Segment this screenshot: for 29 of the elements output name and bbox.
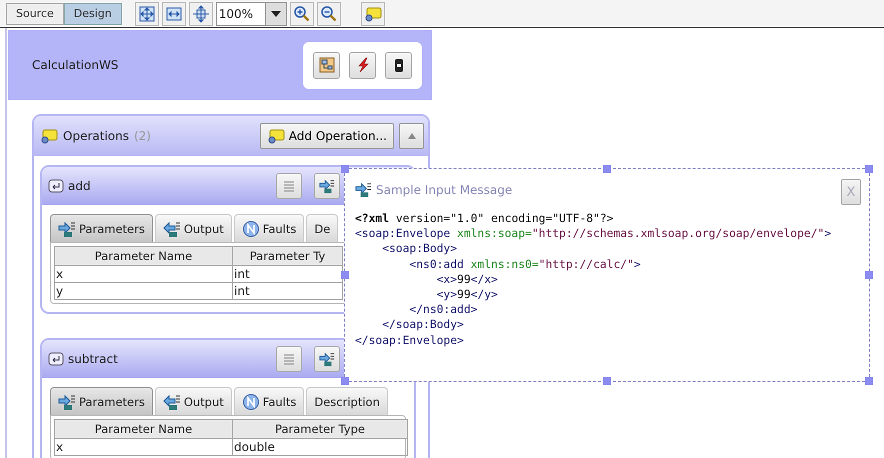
- tab[interactable]: Parameters: [50, 387, 153, 415]
- table-cell: y: [54, 282, 232, 300]
- service-name: CalculationWS: [32, 58, 118, 72]
- column-header: Parameter Type: [232, 420, 408, 438]
- column-header: Parameter Name: [54, 420, 232, 438]
- tab[interactable]: Faults: [234, 214, 304, 242]
- column-header: Parameter Name: [54, 246, 232, 266]
- column-header: Parameter Ty: [232, 246, 342, 266]
- tab[interactable]: De: [306, 214, 338, 242]
- view-tab[interactable]: Design: [64, 2, 122, 24]
- tab[interactable]: Faults: [234, 387, 304, 415]
- operation-name: add: [68, 179, 92, 193]
- operation-name: subtract: [68, 352, 119, 366]
- tab[interactable]: Output: [154, 387, 232, 415]
- operations-count: (2): [134, 129, 151, 143]
- view-tab[interactable]: Source: [6, 2, 64, 24]
- tab[interactable]: Parameters: [50, 214, 153, 242]
- table-cell: double: [232, 438, 408, 456]
- popup-title: Sample Input Message: [376, 182, 512, 196]
- table-cell: x: [54, 266, 232, 282]
- tab[interactable]: Output: [154, 214, 232, 242]
- operations-title: Operations: [63, 129, 129, 143]
- tab[interactable]: Description: [306, 387, 388, 415]
- add-operation-button[interactable]: Add Operation...: [260, 123, 394, 149]
- zoom-value: 100%: [218, 6, 254, 22]
- zoom-combo[interactable]: 100%: [216, 2, 287, 26]
- table-cell: int: [232, 282, 342, 300]
- table-cell: x: [54, 438, 232, 456]
- xml-code: <?xml version="1.0" encoding="UTF-8"?> <soap:Envelope xmlns:soap="http://schemas.xmlsoap.org/soap/envelope/"> <soap:Body> <ns0:add xmlns:ns0="http://calc/"> <x>99</x> <y>99</y> </ns0:add> </soap:Body> </soap:Envelope>: [355, 211, 832, 348]
